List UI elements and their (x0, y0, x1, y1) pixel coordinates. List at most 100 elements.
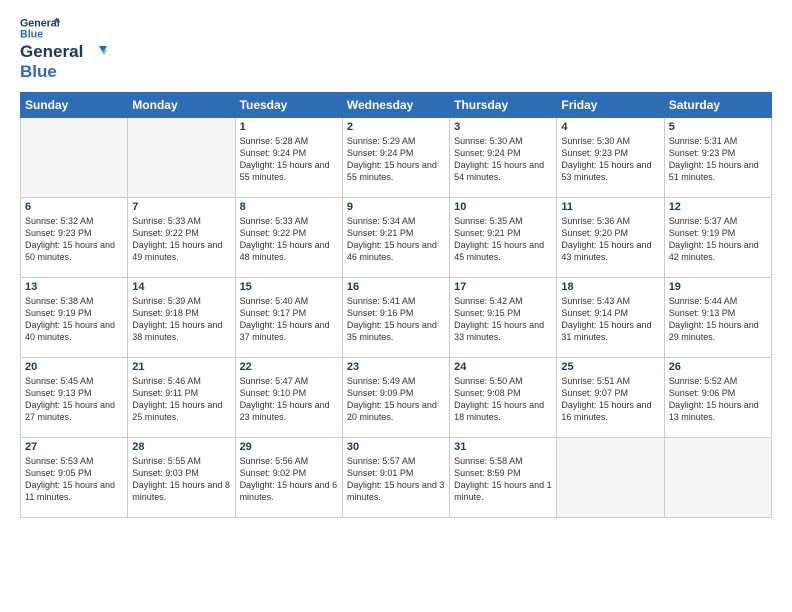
day-number: 15 (240, 281, 338, 293)
day-number: 12 (669, 201, 767, 213)
weekday-header-thursday: Thursday (450, 93, 557, 118)
calendar-cell: 3 Sunrise: 5:30 AM Sunset: 9:24 PM Daylig… (450, 118, 557, 198)
calendar-cell (21, 118, 128, 198)
day-number: 21 (132, 361, 230, 373)
day-info: Sunrise: 5:42 AM Sunset: 9:15 PM Dayligh… (454, 295, 552, 344)
day-info: Sunrise: 5:57 AM Sunset: 9:01 PM Dayligh… (347, 455, 445, 504)
weekday-header-wednesday: Wednesday (342, 93, 449, 118)
calendar-cell: 4 Sunrise: 5:30 AM Sunset: 9:23 PM Daylig… (557, 118, 664, 198)
calendar-header-row: SundayMondayTuesdayWednesdayThursdayFrid… (21, 93, 772, 118)
weekday-header-sunday: Sunday (21, 93, 128, 118)
day-number: 27 (25, 441, 123, 453)
day-info: Sunrise: 5:50 AM Sunset: 9:08 PM Dayligh… (454, 375, 552, 424)
calendar-cell: 14 Sunrise: 5:39 AM Sunset: 9:18 PM Dayli… (128, 278, 235, 358)
calendar-table: SundayMondayTuesdayWednesdayThursdayFrid… (20, 92, 772, 518)
calendar-cell: 27 Sunrise: 5:53 AM Sunset: 9:05 PM Dayli… (21, 438, 128, 518)
day-number: 7 (132, 201, 230, 213)
calendar-cell: 29 Sunrise: 5:56 AM Sunset: 9:02 PM Dayli… (235, 438, 342, 518)
calendar-cell (557, 438, 664, 518)
calendar-week-2: 6 Sunrise: 5:32 AM Sunset: 9:23 PM Daylig… (21, 198, 772, 278)
calendar-cell: 1Sunrise: 5:28 AM Sunset: 9:24 PM Daylig… (235, 118, 342, 198)
calendar-cell: 19 Sunrise: 5:44 AM Sunset: 9:13 PM Dayli… (664, 278, 771, 358)
calendar-cell: 20 Sunrise: 5:45 AM Sunset: 9:13 PM Dayli… (21, 358, 128, 438)
day-info: Sunrise: 5:52 AM Sunset: 9:06 PM Dayligh… (669, 375, 767, 424)
day-number: 3 (454, 121, 552, 133)
day-number: 11 (561, 201, 659, 213)
calendar-cell: 31Sunrise: 5:58 AM Sunset: 8:59 PM Dayli… (450, 438, 557, 518)
day-info: Sunrise: 5:29 AM Sunset: 9:24 PM Dayligh… (347, 135, 445, 184)
logo-svg: General Blue (20, 16, 60, 40)
weekday-header-tuesday: Tuesday (235, 93, 342, 118)
day-info: Sunrise: 5:35 AM Sunset: 9:21 PM Dayligh… (454, 215, 552, 264)
day-info: Sunrise: 5:41 AM Sunset: 9:16 PM Dayligh… (347, 295, 445, 344)
calendar-cell: 7Sunrise: 5:33 AM Sunset: 9:22 PM Daylig… (128, 198, 235, 278)
svg-text:Blue: Blue (20, 28, 43, 40)
day-info: Sunrise: 5:34 AM Sunset: 9:21 PM Dayligh… (347, 215, 445, 264)
calendar-cell: 18 Sunrise: 5:43 AM Sunset: 9:14 PM Dayli… (557, 278, 664, 358)
day-number: 23 (347, 361, 445, 373)
day-number: 24 (454, 361, 552, 373)
day-number: 13 (25, 281, 123, 293)
day-number: 25 (561, 361, 659, 373)
day-info: Sunrise: 5:40 AM Sunset: 9:17 PM Dayligh… (240, 295, 338, 344)
day-info: Sunrise: 5:32 AM Sunset: 9:23 PM Dayligh… (25, 215, 123, 264)
day-number: 30 (347, 441, 445, 453)
logo-blue: Blue (20, 62, 57, 81)
day-info: Sunrise: 5:43 AM Sunset: 9:14 PM Dayligh… (561, 295, 659, 344)
calendar-cell: 9Sunrise: 5:34 AM Sunset: 9:21 PM Daylig… (342, 198, 449, 278)
day-number: 18 (561, 281, 659, 293)
day-info: Sunrise: 5:47 AM Sunset: 9:10 PM Dayligh… (240, 375, 338, 424)
calendar-week-1: 1Sunrise: 5:28 AM Sunset: 9:24 PM Daylig… (21, 118, 772, 198)
day-number: 31 (454, 441, 552, 453)
day-number: 14 (132, 281, 230, 293)
day-number: 17 (454, 281, 552, 293)
day-info: Sunrise: 5:53 AM Sunset: 9:05 PM Dayligh… (25, 455, 123, 504)
calendar-cell: 10Sunrise: 5:35 AM Sunset: 9:21 PM Dayli… (450, 198, 557, 278)
day-info: Sunrise: 5:36 AM Sunset: 9:20 PM Dayligh… (561, 215, 659, 264)
day-number: 6 (25, 201, 123, 213)
day-info: Sunrise: 5:39 AM Sunset: 9:18 PM Dayligh… (132, 295, 230, 344)
day-info: Sunrise: 5:28 AM Sunset: 9:24 PM Dayligh… (240, 135, 338, 184)
calendar-cell: 30 Sunrise: 5:57 AM Sunset: 9:01 PM Dayli… (342, 438, 449, 518)
day-info: Sunrise: 5:49 AM Sunset: 9:09 PM Dayligh… (347, 375, 445, 424)
calendar-cell (664, 438, 771, 518)
day-number: 28 (132, 441, 230, 453)
day-number: 22 (240, 361, 338, 373)
calendar-cell: 26 Sunrise: 5:52 AM Sunset: 9:06 PM Dayli… (664, 358, 771, 438)
calendar-cell: 28 Sunrise: 5:55 AM Sunset: 9:03 PM Dayli… (128, 438, 235, 518)
weekday-header-monday: Monday (128, 93, 235, 118)
calendar-cell: 21 Sunrise: 5:46 AM Sunset: 9:11 PM Dayli… (128, 358, 235, 438)
day-info: Sunrise: 5:37 AM Sunset: 9:19 PM Dayligh… (669, 215, 767, 264)
calendar-cell: 22 Sunrise: 5:47 AM Sunset: 9:10 PM Dayli… (235, 358, 342, 438)
day-number: 4 (561, 121, 659, 133)
day-number: 26 (669, 361, 767, 373)
day-info: Sunrise: 5:51 AM Sunset: 9:07 PM Dayligh… (561, 375, 659, 424)
day-info: Sunrise: 5:45 AM Sunset: 9:13 PM Dayligh… (25, 375, 123, 424)
day-number: 29 (240, 441, 338, 453)
logo-icon-graphic (89, 46, 107, 60)
day-info: Sunrise: 5:55 AM Sunset: 9:03 PM Dayligh… (132, 455, 230, 504)
day-number: 20 (25, 361, 123, 373)
calendar-cell: 2 Sunrise: 5:29 AM Sunset: 9:24 PM Daylig… (342, 118, 449, 198)
day-number: 2 (347, 121, 445, 133)
day-number: 8 (240, 201, 338, 213)
day-info: Sunrise: 5:33 AM Sunset: 9:22 PM Dayligh… (240, 215, 338, 264)
logo: General Blue General Blue (20, 16, 108, 82)
calendar-cell: 23 Sunrise: 5:49 AM Sunset: 9:09 PM Dayli… (342, 358, 449, 438)
calendar-cell: 16Sunrise: 5:41 AM Sunset: 9:16 PM Dayli… (342, 278, 449, 358)
day-info: Sunrise: 5:56 AM Sunset: 9:02 PM Dayligh… (240, 455, 338, 504)
day-info: Sunrise: 5:31 AM Sunset: 9:23 PM Dayligh… (669, 135, 767, 184)
header: General Blue General Blue (20, 16, 772, 82)
day-number: 5 (669, 121, 767, 133)
calendar-week-5: 27 Sunrise: 5:53 AM Sunset: 9:05 PM Dayli… (21, 438, 772, 518)
day-info: Sunrise: 5:30 AM Sunset: 9:23 PM Dayligh… (561, 135, 659, 184)
weekday-header-saturday: Saturday (664, 93, 771, 118)
calendar-cell: 6 Sunrise: 5:32 AM Sunset: 9:23 PM Daylig… (21, 198, 128, 278)
day-number: 19 (669, 281, 767, 293)
weekday-header-friday: Friday (557, 93, 664, 118)
day-info: Sunrise: 5:44 AM Sunset: 9:13 PM Dayligh… (669, 295, 767, 344)
day-info: Sunrise: 5:30 AM Sunset: 9:24 PM Dayligh… (454, 135, 552, 184)
day-info: Sunrise: 5:46 AM Sunset: 9:11 PM Dayligh… (132, 375, 230, 424)
calendar-cell: 12 Sunrise: 5:37 AM Sunset: 9:19 PM Dayli… (664, 198, 771, 278)
logo-general: General (20, 42, 83, 61)
